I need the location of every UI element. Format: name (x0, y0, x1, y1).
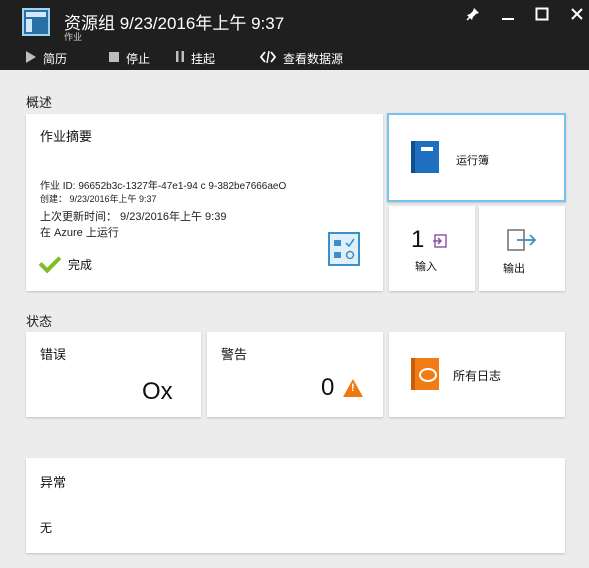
runbook-tile[interactable]: 运行簿 (387, 113, 566, 202)
job-blade-icon (22, 8, 50, 36)
output-icon (507, 228, 537, 257)
stop-button[interactable]: 停止 (109, 47, 150, 69)
logs-icon (411, 358, 439, 390)
job-ran-on: 在 Azure 上运行 (40, 227, 119, 239)
exceptions-tile[interactable]: 异常 无 (26, 458, 565, 553)
job-status-label: 完成 (68, 258, 93, 272)
stop-label: 停止 (126, 51, 151, 66)
exceptions-title: 异常 (40, 475, 67, 490)
job-summary-title: 作业摘要 (40, 129, 93, 144)
job-summary-tile[interactable]: 作业摘要 作业 ID: 96652b3c-1327年-47e1-94 c 9-3… (26, 114, 383, 291)
warnings-label: 警告 (221, 347, 248, 362)
errors-label: 错误 (40, 347, 67, 362)
view-source-label: 查看数据源 (283, 51, 344, 66)
input-tile[interactable]: 1 输入 (389, 206, 475, 291)
warnings-count: 0 (321, 374, 335, 401)
overview-section-label: 概述 (26, 95, 53, 110)
job-last-updated: 上次更新时间： 9/23/2016年上午 9:39 (40, 211, 227, 223)
code-icon (259, 50, 277, 66)
checkmark-icon (38, 250, 62, 273)
page-title: 资源组 9/23/2016年上午 9:37 (64, 14, 285, 33)
suspend-button[interactable]: 挂起 (176, 47, 215, 69)
page-subtitle: 作业 (64, 32, 83, 42)
job-id: 作业 ID: 96652b3c-1327年-47e1-94 c 9-382be7… (40, 181, 287, 192)
output-tile[interactable]: 输出 (479, 206, 565, 291)
minimize-icon[interactable] (494, 6, 522, 28)
suspend-label: 挂起 (191, 51, 216, 66)
pin-icon[interactable] (459, 6, 487, 28)
play-icon (26, 50, 36, 66)
command-bar: 简历 停止 挂起 查看数据源 (0, 44, 589, 70)
close-icon[interactable] (563, 6, 589, 28)
stop-icon (109, 51, 119, 65)
all-logs-label: 所有日志 (453, 369, 502, 383)
exceptions-value: 无 (40, 521, 53, 535)
errors-count: Ox (142, 378, 173, 405)
input-label: 输入 (415, 261, 437, 273)
warning-icon: ! (343, 379, 363, 397)
view-source-button[interactable]: 查看数据源 (259, 47, 344, 69)
input-count: 1 (411, 226, 425, 253)
status-section-label: 状态 (26, 314, 53, 329)
warnings-tile[interactable]: 警告 0 ! (207, 332, 383, 417)
input-icon (432, 233, 448, 254)
job-status: 完成 (38, 250, 93, 273)
checklist-icon (328, 232, 360, 266)
errors-tile[interactable]: 错误 Ox (26, 332, 201, 417)
all-logs-tile[interactable]: 所有日志 (389, 332, 565, 417)
resume-button[interactable]: 简历 (26, 47, 67, 69)
output-label: 输出 (503, 263, 525, 275)
runbook-icon (411, 141, 439, 173)
maximize-icon[interactable] (528, 6, 556, 28)
blade-header: 资源组 9/23/2016年上午 9:37 作业 简历 停止 挂起 查看数据源 (0, 0, 589, 70)
job-created: 创建： 9/23/2016年上午 9:37 (40, 194, 157, 204)
resume-label: 简历 (43, 51, 68, 66)
runbook-label: 运行簿 (456, 155, 489, 167)
pause-icon (176, 51, 184, 65)
